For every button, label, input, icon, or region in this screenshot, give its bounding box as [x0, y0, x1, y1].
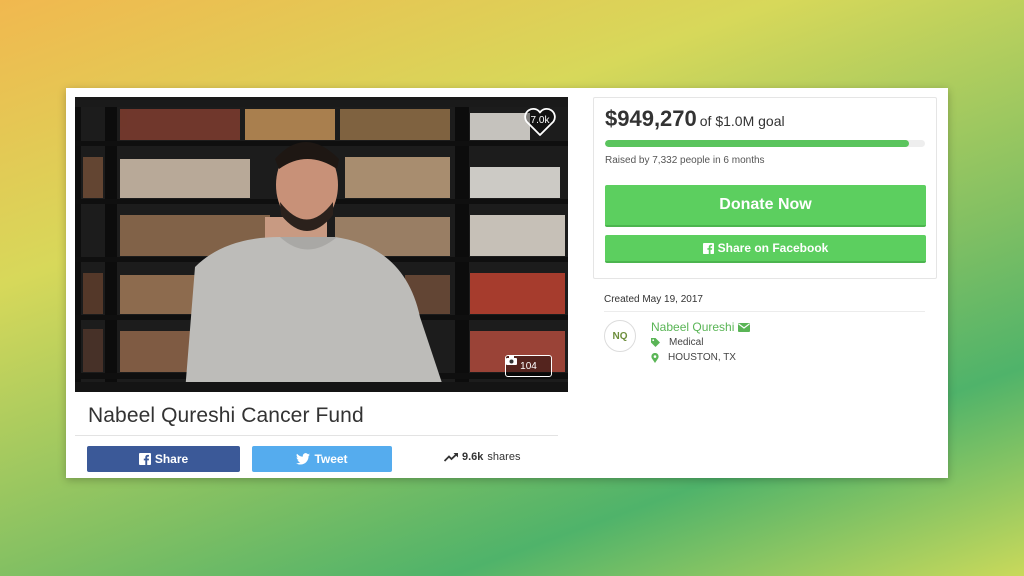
organizer-name: Nabeel Qureshi	[651, 320, 735, 334]
share-count-value: 9.6k	[462, 451, 484, 463]
progress-fill	[605, 140, 909, 147]
location: HOUSTON, TX	[668, 352, 736, 363]
share-on-facebook-button[interactable]: Share on Facebook	[605, 235, 926, 263]
tweet-label: Tweet	[314, 452, 348, 466]
photo-gallery-button[interactable]: 104	[505, 355, 552, 377]
amount-raised: $949,270	[605, 106, 697, 131]
divider	[604, 311, 925, 312]
campaign-card: 7.0k 104 Nabeel Qureshi Cancer Fund Shar…	[66, 88, 948, 478]
trending-up-icon	[444, 452, 458, 462]
organizer-link[interactable]: Nabeel Qureshi	[651, 320, 751, 334]
donation-panel: $949,270 of $1.0M goal Raised by 7,332 pe…	[593, 97, 937, 279]
share-on-facebook-label: Share on Facebook	[717, 241, 829, 255]
camera-icon	[506, 356, 517, 365]
share-count-suffix: shares	[487, 451, 521, 463]
twitter-icon	[296, 453, 311, 465]
amount-raised-line: $949,270 of $1.0M goal	[605, 106, 785, 132]
donate-now-button[interactable]: Donate Now	[605, 185, 926, 227]
goal-text: of $1.0M goal	[699, 113, 785, 129]
photo-count: 104	[520, 360, 537, 372]
campaign-video[interactable]: 7.0k 104	[75, 97, 568, 392]
facebook-icon	[702, 242, 714, 254]
tweet-button[interactable]: Tweet	[252, 446, 392, 472]
raised-by-text: Raised by 7,332 people in 6 months	[605, 155, 765, 166]
video-frame-image	[75, 97, 568, 392]
facebook-share-button[interactable]: Share	[87, 446, 240, 472]
share-count: 9.6k shares	[444, 451, 520, 463]
divider	[75, 435, 558, 436]
heart-button[interactable]: 7.0k	[523, 107, 557, 137]
facebook-share-label: Share	[154, 452, 189, 466]
location-row: HOUSTON, TX	[651, 352, 736, 363]
map-pin-icon	[651, 352, 659, 363]
envelope-icon[interactable]	[738, 322, 751, 332]
tag-icon	[651, 338, 660, 347]
category-row: Medical	[651, 337, 703, 348]
organizer-avatar: NQ	[604, 320, 636, 352]
progress-bar	[605, 140, 925, 147]
heart-count: 7.0k	[530, 115, 550, 126]
created-date: Created May 19, 2017	[604, 294, 703, 305]
campaign-title: Nabeel Qureshi Cancer Fund	[88, 404, 364, 427]
facebook-icon	[138, 453, 151, 465]
category: Medical	[669, 337, 704, 348]
